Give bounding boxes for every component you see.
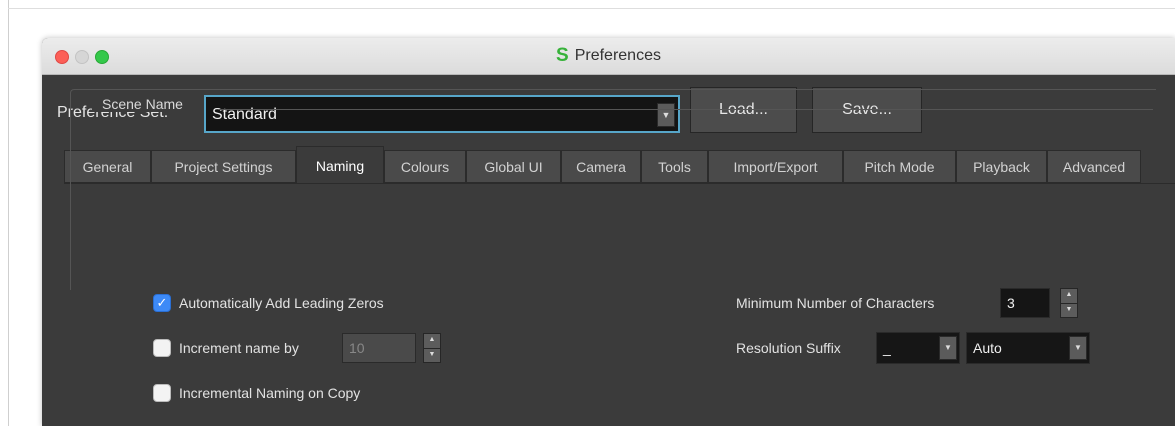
window-title: Preferences: [574, 47, 661, 64]
min-chars-field[interactable]: 3: [1000, 288, 1050, 318]
increment-name-checkbox[interactable]: [153, 339, 171, 357]
resolution-mode-dropdown[interactable]: Auto ▼: [966, 332, 1090, 364]
increment-value-field[interactable]: 10: [342, 333, 416, 363]
chevron-down-icon[interactable]: ▼: [939, 336, 957, 360]
scene-name-group: [70, 89, 1156, 290]
page-frame-top: [8, 8, 1175, 9]
increment-name-label: Increment name by: [179, 340, 299, 356]
title-bar: S Preferences: [42, 38, 1175, 75]
resolution-separator-value: _: [883, 340, 891, 356]
stepper-down-icon[interactable]: ▼: [1061, 304, 1077, 318]
stepper-down-icon[interactable]: ▼: [424, 349, 440, 363]
increment-stepper[interactable]: ▲ ▼: [423, 333, 441, 363]
scene-name-group-title: Scene Name: [92, 96, 195, 112]
group-divider: [218, 109, 1153, 110]
auto-leading-zeros-label: Automatically Add Leading Zeros: [179, 295, 384, 311]
resolution-mode-value: Auto: [973, 340, 1002, 356]
page-frame: [0, 0, 9, 426]
window-title-wrap: S Preferences: [42, 38, 1175, 74]
resolution-suffix-label: Resolution Suffix: [736, 340, 841, 356]
resolution-separator-dropdown[interactable]: _ ▼: [876, 332, 960, 364]
preferences-window: S Preferences Preference Set: Standard ▼ …: [42, 38, 1175, 426]
min-chars-label: Minimum Number of Characters: [736, 295, 935, 311]
incremental-copy-label: Incremental Naming on Copy: [179, 385, 361, 401]
app-logo-icon: S: [556, 45, 569, 66]
incremental-copy-checkbox[interactable]: [153, 384, 171, 402]
stepper-up-icon[interactable]: ▲: [1061, 289, 1077, 304]
stepper-up-icon[interactable]: ▲: [424, 334, 440, 349]
chevron-down-icon[interactable]: ▼: [1069, 336, 1087, 360]
auto-leading-zeros-checkbox[interactable]: ✓: [153, 294, 171, 312]
min-chars-stepper[interactable]: ▲ ▼: [1060, 288, 1078, 318]
